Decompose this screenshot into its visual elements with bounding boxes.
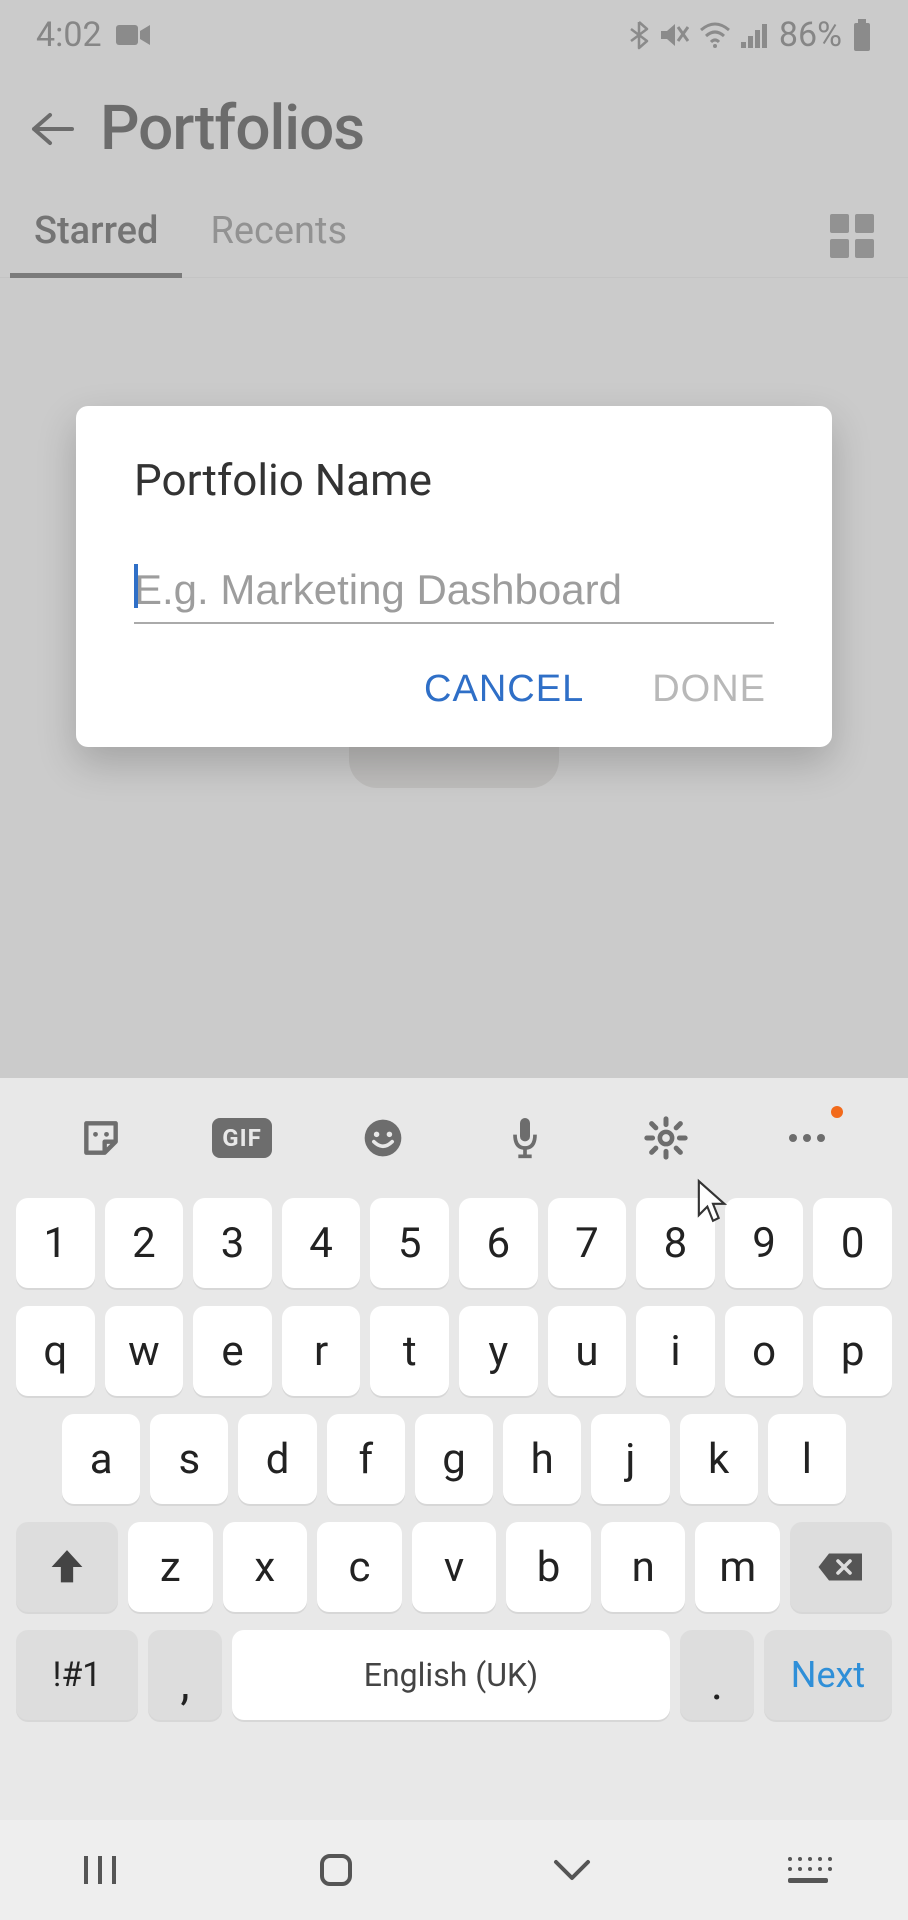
key-a[interactable]: a <box>62 1414 140 1504</box>
mute-icon <box>659 21 689 49</box>
gear-icon[interactable] <box>636 1108 696 1168</box>
key-3[interactable]: 3 <box>193 1198 272 1288</box>
key-c[interactable]: c <box>317 1522 402 1612</box>
key-next[interactable]: Next <box>764 1630 892 1720</box>
shift-icon <box>48 1547 86 1587</box>
key-i[interactable]: i <box>636 1306 715 1396</box>
key-4[interactable]: 4 <box>282 1198 361 1288</box>
key-x[interactable]: x <box>223 1522 308 1612</box>
more-icon[interactable] <box>777 1108 837 1168</box>
recents-icon <box>80 1852 120 1888</box>
done-button[interactable]: DONE <box>652 668 766 711</box>
cancel-button[interactable]: CANCEL <box>424 668 584 711</box>
sticker-icon[interactable] <box>71 1108 131 1168</box>
key-1[interactable]: 1 <box>16 1198 95 1288</box>
key-g[interactable]: g <box>415 1414 493 1504</box>
recording-icon <box>116 23 150 47</box>
signal-icon <box>741 22 769 48</box>
key-q[interactable]: q <box>16 1306 95 1396</box>
notification-dot-icon <box>831 1106 843 1118</box>
gif-icon[interactable]: GIF <box>212 1108 272 1168</box>
key-t[interactable]: t <box>370 1306 449 1396</box>
key-d[interactable]: d <box>238 1414 316 1504</box>
wifi-icon <box>699 22 731 48</box>
back-button[interactable] <box>30 107 74 151</box>
key-space[interactable]: English (UK) <box>232 1630 670 1720</box>
portfolio-name-dialog: Portfolio Name CANCEL DONE <box>76 406 832 747</box>
key-7[interactable]: 7 <box>548 1198 627 1288</box>
key-y[interactable]: y <box>459 1306 538 1396</box>
key-j[interactable]: j <box>591 1414 669 1504</box>
page-title: Portfolios <box>100 92 364 165</box>
key-r[interactable]: r <box>282 1306 361 1396</box>
key-s[interactable]: s <box>150 1414 228 1504</box>
tab-recents[interactable]: Recents <box>210 195 347 277</box>
nav-back[interactable] <box>542 1840 602 1900</box>
status-time: 4:02 <box>36 15 102 55</box>
key-z[interactable]: z <box>128 1522 213 1612</box>
input-cursor <box>134 564 138 608</box>
portfolio-name-input[interactable] <box>134 558 774 624</box>
dialog-title: Portfolio Name <box>134 454 774 506</box>
keyboard-row-asdf: a s d f g h j k l <box>16 1414 892 1504</box>
key-n[interactable]: n <box>601 1522 686 1612</box>
key-2[interactable]: 2 <box>105 1198 184 1288</box>
system-nav-bar <box>0 1820 908 1920</box>
chevron-down-icon <box>550 1856 594 1884</box>
key-e[interactable]: e <box>193 1306 272 1396</box>
key-v[interactable]: v <box>412 1522 497 1612</box>
keyboard-row-bottom: !#1 , English (UK) . Next <box>16 1630 892 1720</box>
keyboard-toolbar: GIF <box>0 1078 908 1198</box>
keyboard-row-qwerty: q w e r t y u i o p <box>16 1306 892 1396</box>
key-k[interactable]: k <box>680 1414 758 1504</box>
mic-icon[interactable] <box>495 1108 555 1168</box>
key-m[interactable]: m <box>695 1522 780 1612</box>
key-comma[interactable]: , <box>148 1630 222 1720</box>
battery-icon <box>852 19 872 51</box>
key-symbols[interactable]: !#1 <box>16 1630 138 1720</box>
key-period[interactable]: . <box>680 1630 754 1720</box>
backspace-icon <box>817 1550 865 1584</box>
key-backspace[interactable] <box>790 1522 892 1612</box>
soft-keyboard: GIF 1 2 3 4 5 6 7 8 9 0 q <box>0 1078 908 1920</box>
home-icon <box>316 1850 356 1890</box>
key-5[interactable]: 5 <box>370 1198 449 1288</box>
key-0[interactable]: 0 <box>813 1198 892 1288</box>
view-toggle-button[interactable] <box>830 214 874 258</box>
key-l[interactable]: l <box>768 1414 846 1504</box>
key-u[interactable]: u <box>548 1306 627 1396</box>
key-shift[interactable] <box>16 1522 118 1612</box>
key-6[interactable]: 6 <box>459 1198 538 1288</box>
nav-keyboard-switch[interactable] <box>778 1840 838 1900</box>
key-8[interactable]: 8 <box>636 1198 715 1288</box>
key-p[interactable]: p <box>813 1306 892 1396</box>
key-f[interactable]: f <box>327 1414 405 1504</box>
app-header: Portfolios <box>0 70 908 195</box>
bluetooth-icon <box>629 20 649 50</box>
tabs: Starred Recents <box>0 195 908 278</box>
keyboard-row-numbers: 1 2 3 4 5 6 7 8 9 0 <box>16 1198 892 1288</box>
key-9[interactable]: 9 <box>725 1198 804 1288</box>
emoji-icon[interactable] <box>353 1108 413 1168</box>
status-battery: 86% <box>779 15 842 55</box>
nav-home[interactable] <box>306 1840 366 1900</box>
key-w[interactable]: w <box>105 1306 184 1396</box>
key-h[interactable]: h <box>503 1414 581 1504</box>
keyboard-row-zxcv: z x c v b n m <box>16 1522 892 1612</box>
tab-starred[interactable]: Starred <box>34 195 158 277</box>
nav-recents[interactable] <box>70 1840 130 1900</box>
status-bar: 4:02 86% <box>0 0 908 70</box>
keyboard-icon <box>784 1853 832 1887</box>
key-o[interactable]: o <box>725 1306 804 1396</box>
key-b[interactable]: b <box>506 1522 591 1612</box>
arrow-left-icon <box>30 111 74 147</box>
